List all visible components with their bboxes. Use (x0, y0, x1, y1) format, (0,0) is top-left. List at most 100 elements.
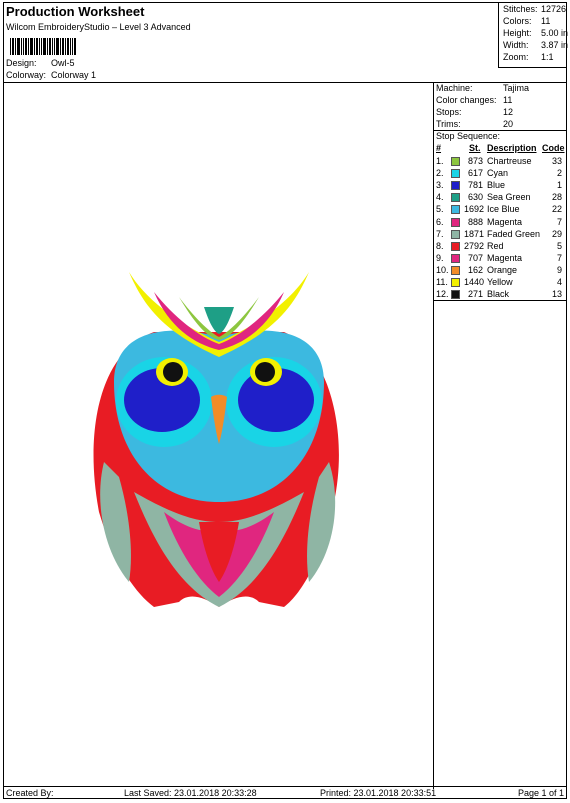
stop-sequence-row: 8. 2792 Red 5 (434, 241, 566, 253)
stop-sequence-row: 7. 1871 Faded Green 29 (434, 229, 566, 241)
thread-color-swatch (451, 157, 460, 166)
stop-number: 9. (436, 252, 444, 263)
color-changes-row: Color changes: 11 (436, 95, 513, 105)
stitch-count: 630 (467, 192, 483, 203)
thread-color-swatch (451, 290, 460, 300)
thread-color-swatch (451, 229, 460, 239)
stop-sequence-row: 4. 630 Sea Green 28 (434, 192, 566, 204)
thread-code: 9 (556, 264, 562, 275)
thread-code: 2 (556, 168, 562, 179)
thread-code: 22 (551, 204, 562, 215)
col-stitches: St. (469, 143, 481, 153)
stop-number: 3. (436, 180, 444, 191)
stitch-count: 1871 (464, 228, 485, 239)
stitch-count: 2792 (464, 240, 485, 251)
thread-description: Blue (487, 180, 506, 191)
stitch-count: 617 (467, 168, 483, 179)
barcode-icon (10, 38, 76, 55)
stop-number: 12. (436, 289, 449, 300)
colorway-value: Colorway 1 (51, 70, 97, 80)
stitch-count: 162 (467, 264, 483, 275)
stitch-count: 873 (467, 156, 483, 166)
page-number: Page 1 of 1 (518, 788, 565, 798)
thread-color-swatch (451, 253, 460, 263)
stitch-count: 271 (467, 289, 483, 300)
stitch-count: 1440 (464, 277, 485, 287)
thread-color-swatch (451, 193, 460, 203)
design-preview (4, 82, 434, 789)
thread-code: 4 (556, 277, 562, 287)
stop-sequence-row: 5. 1692 Ice Blue 22 (434, 204, 566, 216)
design-label: Design: (6, 58, 37, 68)
stop-sequence-row: 9. 707 Magenta 7 (434, 253, 566, 265)
stop-sequence-row: 1. 873 Chartreuse 33 (434, 156, 566, 168)
thread-code: 13 (551, 289, 562, 300)
thread-color-swatch (451, 278, 460, 287)
thread-description: Magenta (487, 252, 523, 263)
stop-number: 4. (436, 192, 444, 203)
stop-sequence-row: 2. 617 Cyan 2 (434, 168, 566, 180)
stop-number: 8. (436, 240, 444, 251)
thread-color-swatch (451, 205, 460, 215)
thread-color-swatch (451, 181, 460, 191)
stitch-count: 781 (467, 180, 483, 191)
stop-sequence-row: 3. 781 Blue 1 (434, 180, 566, 192)
thread-color-swatch (451, 241, 460, 251)
stop-number: 11. (436, 277, 448, 287)
thread-color-swatch (451, 217, 460, 227)
stop-sequence-row: 6. 888 Magenta 7 (434, 217, 566, 229)
stop-number: 6. (436, 216, 444, 227)
printed-date: Printed: 23.01.2018 20:33:51 (320, 788, 437, 798)
software-name: Wilcom EmbroideryStudio – Level 3 Advanc… (6, 22, 191, 32)
thread-code: 33 (551, 156, 562, 166)
spec-colors: Colors: 11 (503, 16, 551, 26)
thread-description: Orange (487, 264, 518, 275)
thread-description: Yellow (487, 277, 513, 287)
thread-description: Chartreuse (487, 156, 532, 166)
worksheet-header: Production Worksheet Wilcom EmbroiderySt… (4, 3, 569, 83)
thread-code: 5 (556, 240, 562, 251)
spec-height: Height: 5.00 in (503, 28, 569, 38)
created-by: Created By: (6, 788, 54, 798)
worksheet: Production Worksheet Wilcom EmbroiderySt… (3, 2, 569, 799)
stop-number: 1. (436, 156, 444, 166)
colorway-label: Colorway: (6, 70, 47, 80)
stop-sequence-row: 11. 1440 Yellow 4 (434, 277, 566, 289)
stop-sequence-row: 10. 162 Orange 9 (434, 265, 566, 277)
machine-row: Machine: Tajima (436, 83, 530, 93)
thread-description: Red (487, 240, 504, 251)
stop-number: 2. (436, 168, 444, 179)
last-saved: Last Saved: 23.01.2018 20:33:28 (124, 788, 257, 798)
stitch-count: 707 (467, 252, 483, 263)
thread-color-swatch (451, 265, 460, 275)
thread-code: 28 (551, 192, 562, 203)
thread-description: Magenta (487, 216, 523, 227)
thread-description: Sea Green (487, 192, 531, 203)
stop-number: 7. (436, 228, 444, 239)
thread-code: 7 (556, 252, 562, 263)
thread-description: Faded Green (487, 228, 541, 239)
stitch-count: 888 (467, 216, 483, 227)
thread-description: Ice Blue (487, 204, 520, 215)
col-number: # (436, 143, 442, 153)
spec-zoom: Zoom: 1:1 (503, 52, 554, 62)
thread-code: 7 (556, 216, 562, 227)
thread-description: Black (487, 289, 510, 300)
stop-number: 10. (436, 264, 449, 275)
worksheet-footer: Created By: Last Saved: 23.01.2018 20:33… (4, 786, 566, 798)
owl-embroidery-image (93, 272, 339, 607)
thread-code: 29 (551, 228, 562, 239)
stops-row: Stops: 12 (436, 107, 514, 117)
page-title: Production Worksheet (6, 4, 145, 19)
thread-color-swatch (451, 169, 460, 179)
spec-stitches: Stitches: 12726 (503, 4, 567, 14)
spec-width: Width: 3.87 in (503, 40, 569, 50)
col-description: Description (487, 143, 537, 153)
thread-description: Cyan (487, 168, 509, 179)
thread-code: 1 (556, 180, 562, 191)
design-value: Owl-5 (51, 58, 75, 68)
design-specs: Stitches: 12726 Colors: 11 Height: 5.00 in … (498, 3, 569, 68)
stitch-count: 1692 (464, 204, 485, 215)
machine-panel: Machine: Tajima Color changes: 11 Stops: 12… (434, 82, 566, 789)
stop-sequence-heading: Stop Sequence: (436, 131, 501, 141)
